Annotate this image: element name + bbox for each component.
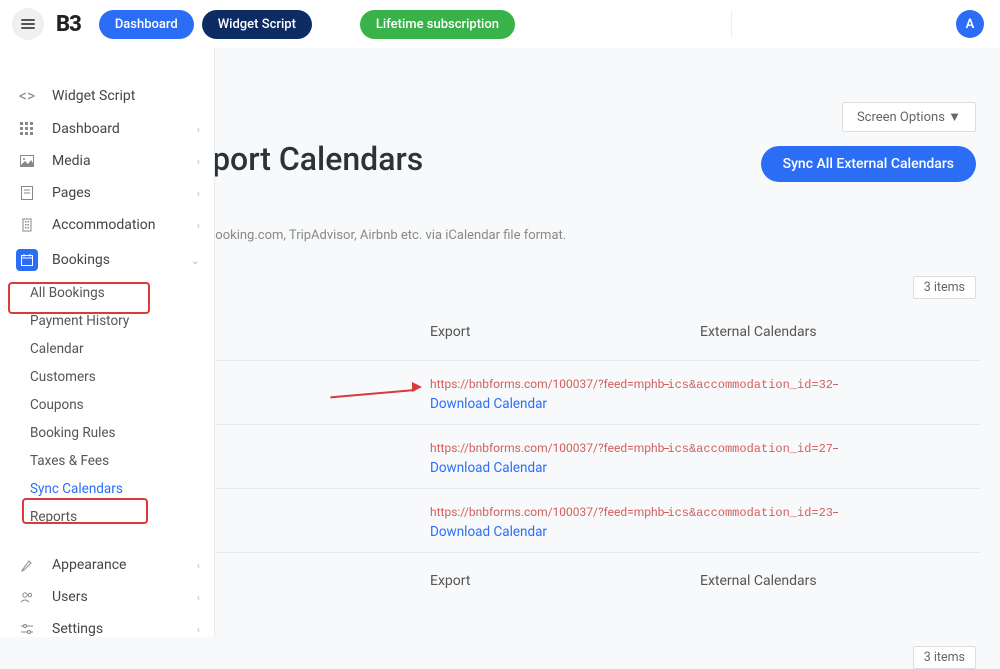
screen-options-button[interactable]: Screen Options ▼	[842, 102, 976, 132]
dashboard-pill[interactable]: Dashboard	[99, 10, 194, 39]
download-calendar-link[interactable]: Download Calendar	[430, 460, 970, 476]
calendar-icon	[16, 249, 38, 271]
sidebar-item-dashboard[interactable]: Dashboard ‹	[0, 113, 214, 145]
sidebar-item-label: Appearance	[52, 557, 126, 573]
col-external[interactable]: External Calendars	[700, 324, 970, 340]
sidebar-sub-payment-history[interactable]: Payment History	[0, 307, 214, 335]
page-icon	[16, 186, 38, 200]
download-calendar-link[interactable]: Download Calendar	[430, 396, 970, 412]
sidebar-item-bookings[interactable]: Bookings ⌄	[0, 241, 214, 279]
grid-icon	[16, 122, 38, 136]
sidebar-item-accommodation[interactable]: Accommodation ‹	[0, 209, 214, 241]
chevron-left-icon: ‹	[197, 155, 200, 168]
chevron-left-icon: ‹	[197, 123, 200, 136]
items-count-bottom: 3 items	[913, 646, 976, 669]
chevron-left-icon: ‹	[197, 559, 200, 572]
items-count-top: 3 items	[913, 276, 976, 299]
export-url: https://bnbforms.com/100037/?feed=mphb	[430, 506, 669, 520]
users-icon	[16, 591, 38, 603]
widget-script-pill[interactable]: Widget Script	[202, 10, 312, 39]
brush-icon	[16, 558, 38, 572]
sidebar-item-media[interactable]: Media ‹	[0, 145, 214, 177]
export-url: https://bnbforms.com/100037/?feed=mphb	[430, 378, 669, 392]
chevron-left-icon: ‹	[197, 623, 200, 636]
topbar: B3 Dashboard Widget Script Lifetime subs…	[0, 0, 1000, 48]
sidebar-sub-calendar[interactable]: Calendar	[0, 335, 214, 363]
col-external[interactable]: External Calendars	[700, 573, 970, 589]
sidebar-sub-all-bookings[interactable]: All Bookings	[0, 279, 214, 307]
sidebar-item-label: Widget Script	[52, 88, 135, 104]
sidebar-item-users[interactable]: Users ‹	[0, 581, 214, 613]
avatar[interactable]: A	[956, 10, 984, 38]
image-icon	[16, 155, 38, 167]
logo[interactable]: B3	[56, 12, 81, 37]
sidebar-sub-taxes-fees[interactable]: Taxes & Fees	[0, 447, 214, 475]
chevron-left-icon: ‹	[197, 187, 200, 200]
chevron-left-icon: ‹	[197, 219, 200, 232]
code-icon: <>	[16, 86, 38, 105]
download-calendar-link[interactable]: Download Calendar	[430, 524, 970, 540]
sidebar-item-label: Pages	[52, 185, 91, 201]
chevron-left-icon: ‹	[197, 591, 200, 604]
sidebar-sub-booking-rules[interactable]: Booking Rules	[0, 419, 214, 447]
sliders-icon	[16, 623, 38, 635]
sidebar-item-pages[interactable]: Pages ‹	[0, 177, 214, 209]
sidebar-item-widget-script[interactable]: <> Widget Script	[0, 78, 214, 113]
sidebar-item-settings[interactable]: Settings ‹	[0, 613, 214, 645]
sidebar: <> Widget Script Dashboard ‹ Media ‹ Pag…	[0, 48, 215, 637]
col-export[interactable]: Export	[430, 573, 700, 589]
export-url: https://bnbforms.com/100037/?feed=mphb	[430, 442, 669, 456]
col-export[interactable]: Export	[430, 324, 700, 340]
lifetime-subscription-pill[interactable]: Lifetime subscription	[360, 10, 515, 39]
sidebar-item-label: Accommodation	[52, 217, 156, 233]
chevron-down-icon: ⌄	[191, 254, 200, 267]
menu-toggle[interactable]	[12, 8, 44, 40]
sidebar-sub-sync-calendars[interactable]: Sync Calendars	[0, 475, 214, 503]
sidebar-sub-customers[interactable]: Customers	[0, 363, 214, 391]
sync-all-button[interactable]: Sync All External Calendars	[761, 146, 976, 182]
sidebar-item-label: Settings	[52, 621, 103, 637]
sidebar-item-label: Dashboard	[52, 121, 120, 137]
sidebar-item-label: Bookings	[52, 252, 110, 268]
sidebar-item-label: Users	[52, 589, 88, 605]
building-icon	[16, 218, 38, 232]
sidebar-item-appearance[interactable]: Appearance ‹	[0, 549, 214, 581]
sidebar-item-label: Media	[52, 153, 91, 169]
sidebar-sub-coupons[interactable]: Coupons	[0, 391, 214, 419]
sidebar-sub-reports[interactable]: Reports	[0, 503, 214, 531]
